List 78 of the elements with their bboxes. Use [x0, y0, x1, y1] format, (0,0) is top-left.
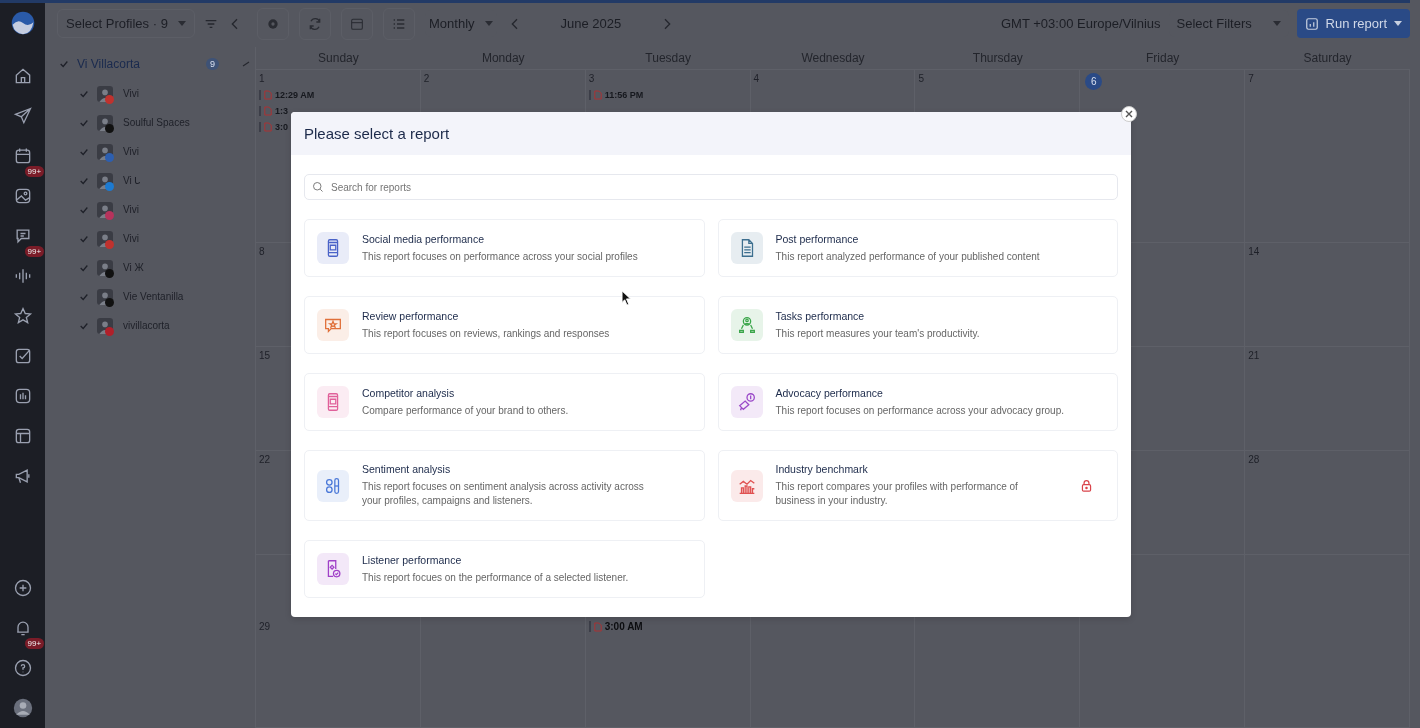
avatar-icon — [97, 288, 113, 305]
report-title: Listener performance — [362, 553, 463, 566]
checkbox[interactable] — [79, 88, 89, 99]
list-icon[interactable] — [383, 7, 415, 40]
avatar-icon — [97, 317, 113, 334]
checkbox[interactable] — [79, 291, 89, 302]
checkbox[interactable] — [79, 175, 89, 186]
star-icon[interactable] — [12, 306, 33, 326]
period-label: June 2025 — [559, 16, 623, 31]
count-badge: 9 — [206, 58, 219, 70]
checkbox[interactable] — [79, 204, 89, 215]
report-card[interactable]: Industry benchmark This report compares your profiles with performance of business in your industry. — [717, 450, 1118, 521]
report-description: Compare performance of your brand to others. — [362, 403, 570, 418]
checkbox[interactable] — [79, 320, 89, 331]
caret-icon — [177, 21, 186, 26]
avatar-icon[interactable] — [12, 698, 33, 718]
avatar-icon — [97, 85, 113, 102]
report-card[interactable]: Post performance This report analyzed performance of your published content — [717, 219, 1118, 277]
report-icon — [1304, 16, 1319, 31]
report-card[interactable]: Competitor analysis Compare performance of your brand to others. — [304, 373, 705, 431]
count-badge: 99+ — [24, 246, 45, 257]
refresh-icon[interactable] — [299, 7, 331, 40]
pdf-icon — [593, 621, 602, 632]
avatar-icon — [97, 259, 113, 276]
report-description: This report analyzed performance of your published content — [775, 249, 1041, 264]
checkbox[interactable] — [79, 146, 89, 157]
settings-icon[interactable] — [257, 7, 289, 40]
checkbox[interactable] — [79, 262, 89, 273]
count-badge: 99+ — [24, 166, 45, 177]
plus-icon[interactable] — [12, 578, 33, 598]
avatar-icon — [97, 143, 113, 160]
help-icon[interactable] — [12, 658, 33, 678]
dialog-title: Please select a report — [304, 125, 450, 142]
run-report-button[interactable]: Run report — [1296, 9, 1410, 38]
avatar-icon — [97, 201, 113, 218]
avatar-icon — [97, 172, 113, 189]
report-description: This report focues on the performance of a selected listener. — [362, 570, 630, 585]
report-description: This report measures your team's productivity. — [775, 326, 981, 341]
caret-icon — [484, 21, 493, 26]
close-button[interactable] — [1121, 106, 1137, 122]
report-title: Tasks performance — [775, 309, 866, 322]
report-description: This report focuses on sentiment analysis across activity across your profiles, campaigns and listeners. — [362, 480, 645, 508]
report-description: This report compares your profiles with performance of business in your industry. — [775, 480, 1019, 508]
avatar-icon — [97, 230, 113, 247]
logo-icon — [9, 10, 36, 36]
search-icon — [312, 181, 324, 193]
report-title: Social media performance — [362, 232, 485, 245]
checkbox[interactable] — [79, 117, 89, 128]
report-title: Advocacy performance — [775, 386, 884, 399]
profile-group-name: Vi Villacorta — [77, 57, 141, 71]
report-card[interactable]: Listener performance This report focues on the performance of a selected listener. — [304, 540, 705, 598]
cursor-icon — [621, 290, 632, 306]
report-title: Review performance — [362, 309, 460, 322]
close-icon — [1124, 109, 1134, 119]
pdf-icon — [593, 90, 602, 100]
date-number: 6 — [1085, 73, 1103, 90]
report-title: Sentiment analysis — [362, 463, 452, 475]
send-icon[interactable] — [12, 106, 33, 126]
report-description: This report focuses on reviews, rankings and responses — [362, 326, 611, 341]
report-card[interactable]: Review performance This report focuses on reviews, rankings and responses — [304, 296, 705, 354]
caret-icon — [1272, 21, 1281, 26]
search-field[interactable]: Search for reports — [304, 174, 1118, 200]
avatar-icon — [97, 114, 113, 131]
checkbox[interactable] — [59, 59, 69, 69]
report-card[interactable]: Sentiment analysis This report focuses on sentiment analysis across activity across your profiles, campaigns and listeners. — [304, 450, 705, 521]
count-badge: 99+ — [24, 638, 45, 649]
report-title: Industry benchmark — [775, 463, 869, 475]
report-card[interactable]: Advocacy performance This report focuses on performance across your advocacy group. — [717, 373, 1118, 431]
report-description: This report focuses on performance across your social profiles — [362, 249, 639, 264]
timezone-label: GMT +03:00 Europe/Vilnius — [1001, 16, 1161, 31]
caret-icon — [1394, 21, 1402, 26]
report-title: Post performance — [775, 232, 860, 245]
collapse-icon[interactable] — [241, 59, 251, 69]
report-card[interactable]: Social media performance This report focuses on performance across your social profiles — [304, 219, 705, 277]
report-title: Competitor analysis — [362, 386, 456, 399]
checkbox[interactable] — [79, 233, 89, 244]
report-card[interactable]: Tasks performance This report measures your team's productivity. — [717, 296, 1118, 354]
report-description: This report focuses on performance across your advocacy group. — [775, 403, 1065, 418]
